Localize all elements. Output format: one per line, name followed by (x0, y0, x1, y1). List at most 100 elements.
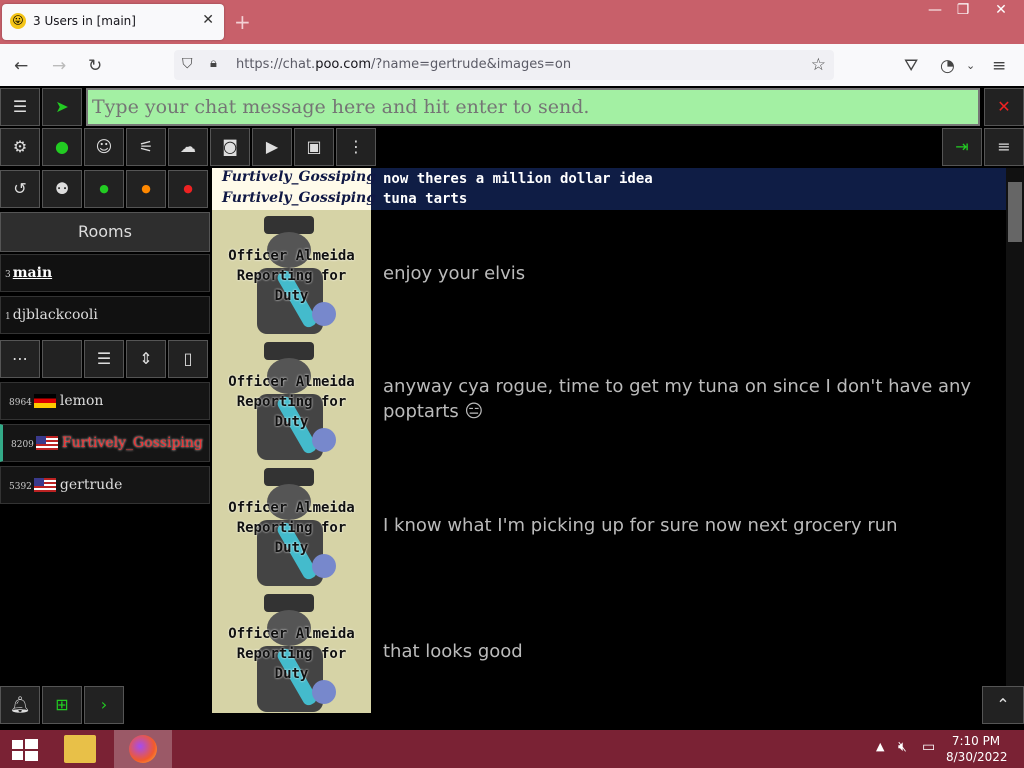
status-red-icon[interactable]: ● (168, 170, 208, 208)
chat-app: ☰ ➤ ✕ ⚙ ● ☺ ⚟ ☁ ◙ ▶ ▣ ⋮ ⇥ ≡ ↺ ⚉ ● ● ● Ro… (0, 86, 1024, 730)
new-tab-icon[interactable]: + (234, 10, 251, 34)
browser-tab-bar: 😛 3 Users in [main] ✕ + — ❐ ✕ (0, 0, 1024, 44)
chevron-right-icon[interactable]: › (84, 686, 124, 724)
gift-icon[interactable]: ⊞ (42, 686, 82, 724)
clock-date: 8/30/2022 (946, 750, 1008, 764)
message-text: that looks good (383, 641, 523, 662)
user-icon[interactable]: ● (42, 128, 82, 166)
user-item-lemon[interactable]: 8964 lemon (0, 382, 210, 420)
user-id: 5392 (9, 482, 32, 492)
pocket-icon[interactable]: ⛛ (904, 56, 918, 76)
message-nick: Furtively_Gossiping (222, 190, 376, 206)
message-text: now theres a million dollar idea (383, 171, 653, 187)
chat-message-input[interactable] (86, 88, 980, 126)
room-user-count: 3 (5, 270, 11, 280)
message-list: Furtively_Gossiping Furtively_Gossiping … (212, 168, 1006, 713)
door-icon[interactable]: ▯ (168, 340, 208, 378)
user-id: 8209 (11, 440, 34, 450)
more-horizontal-icon[interactable]: ⋯ (0, 340, 40, 378)
url-text[interactable]: https://chat.poo.com/?name=gertrude&imag… (236, 57, 571, 72)
usa-flag-icon (35, 436, 58, 450)
germany-flag-icon (33, 394, 56, 408)
message-scrollbar[interactable] (1006, 168, 1024, 713)
officer-avatar: Officer Almeida Reporting for Duty (212, 462, 371, 588)
clock-time: 7:10 PM (951, 734, 1001, 748)
rooms-header: Rooms (0, 212, 210, 252)
avatar-caption: Officer Almeida Reporting for Duty (228, 500, 355, 556)
app-menu-icon[interactable]: ≡ (992, 56, 1006, 76)
scrollbar-thumb[interactable] (1008, 182, 1022, 242)
room-item-main[interactable]: 3 main (0, 254, 210, 292)
clear-input-icon[interactable]: ✕ (984, 88, 1024, 126)
favicon-icon: 😛 (10, 13, 26, 29)
volume-muted-icon[interactable]: 🔇︎ (898, 739, 907, 755)
windows-start-icon[interactable] (12, 739, 38, 761)
room-item-djblackcooli[interactable]: 1 djblackcooli (0, 296, 210, 334)
avatar-caption: Officer Almeida Reporting for Duty (228, 248, 355, 304)
user-item-gertrude[interactable]: 5392 gertrude (0, 466, 210, 504)
user-id: 8964 (9, 398, 32, 408)
account-icon[interactable]: ◔ (940, 56, 955, 76)
firefox-icon (129, 735, 157, 763)
browser-tab[interactable]: 😛 3 Users in [main] ✕ (2, 4, 224, 40)
message-group: Furtively_Gossiping Furtively_Gossiping … (212, 168, 1006, 210)
blank-button[interactable] (42, 340, 82, 378)
camera-icon[interactable]: ◙ (210, 128, 250, 166)
scroll-top-icon[interactable]: ⌃ (982, 686, 1024, 724)
robot-icon[interactable]: ⚉ (42, 170, 82, 208)
lock-icon[interactable]: 🔒︎ (210, 56, 217, 71)
network-icon[interactable]: ▭ (922, 739, 935, 755)
browser-nav-bar: ← → ↻ ⛉ 🔒︎ https://chat.poo.com/?name=ge… (0, 44, 1024, 87)
user-name: lemon (59, 393, 104, 409)
user-name: Furtively_Gossiping (61, 435, 203, 451)
officer-avatar: Officer Almeida Reporting for Duty (212, 210, 371, 336)
send-icon[interactable]: ➤ (42, 88, 82, 126)
url-bar[interactable]: ⛉ 🔒︎ https://chat.poo.com/?name=gertrude… (174, 50, 834, 80)
firefox-taskbar-button[interactable] (114, 730, 172, 768)
sliders-icon[interactable]: ⚟ (126, 128, 166, 166)
youtube-icon[interactable]: ▶ (252, 128, 292, 166)
bell-icon[interactable]: 🔔︎ (0, 686, 40, 724)
maximize-icon[interactable]: ❐ (946, 2, 980, 22)
message-row: Officer Almeida Reporting for Duty anyway … (212, 336, 1006, 462)
close-tab-icon[interactable]: ✕ (202, 12, 214, 28)
upload-cloud-icon[interactable]: ☁ (168, 128, 208, 166)
sign-in-icon[interactable]: ⇥ (942, 128, 982, 166)
back-icon[interactable]: ← (14, 56, 28, 76)
officer-avatar: Officer Almeida Reporting for Duty (212, 336, 371, 462)
user-name: gertrude (59, 477, 123, 493)
room-user-count: 1 (5, 312, 11, 322)
officer-avatar: Officer Almeida Reporting for Duty (212, 588, 371, 713)
close-window-icon[interactable]: ✕ (984, 2, 1018, 22)
message-text: anyway cya rogue, time to get my tuna on… (383, 376, 972, 422)
status-orange-icon[interactable]: ● (126, 170, 166, 208)
status-green-icon[interactable]: ● (84, 170, 124, 208)
shield-icon[interactable]: ⛉ (182, 56, 193, 72)
user-item-furtively-gossiping[interactable]: 8209 Furtively_Gossiping (0, 424, 210, 462)
avatar-caption: Officer Almeida Reporting for Duty (228, 374, 355, 430)
message-text: I know what I'm picking up for sure now … (383, 515, 898, 536)
clock[interactable]: 7:10 PM 8/30/2022 (946, 733, 1008, 765)
user-list-icon[interactable]: ☰ (84, 340, 124, 378)
room-name: main (12, 265, 53, 281)
message-row: Officer Almeida Reporting for Duty that lo… (212, 588, 1006, 713)
nick-badge: Furtively_Gossiping Furtively_Gossiping (212, 168, 376, 210)
tray-chevron-icon[interactable]: ▲ (876, 740, 884, 753)
forward-icon[interactable]: → (52, 56, 66, 76)
reload-icon[interactable]: ↻ (88, 56, 102, 76)
image-icon[interactable]: ▣ (294, 128, 334, 166)
expressionless-emoji-icon: 😑 (464, 401, 484, 422)
message-row: Officer Almeida Reporting for Duty I know … (212, 462, 1006, 588)
chevron-down-icon[interactable]: ⌄ (966, 59, 975, 72)
emoji-icon[interactable]: ☺ (84, 128, 124, 166)
file-explorer-icon[interactable] (64, 735, 96, 763)
sort-icon[interactable]: ⇕ (126, 340, 166, 378)
hamburger-menu-icon[interactable]: ≡ (984, 128, 1024, 166)
message-row: Officer Almeida Reporting for Duty enjoy y… (212, 210, 1006, 336)
avatar-caption: Officer Almeida Reporting for Duty (228, 626, 355, 682)
bookmark-star-icon[interactable]: ☆ (811, 55, 826, 75)
settings-gears-icon[interactable]: ⚙ (0, 128, 40, 166)
history-icon[interactable]: ↺ (0, 170, 40, 208)
list-icon[interactable]: ☰ (0, 88, 40, 126)
more-vertical-icon[interactable]: ⋮ (336, 128, 376, 166)
